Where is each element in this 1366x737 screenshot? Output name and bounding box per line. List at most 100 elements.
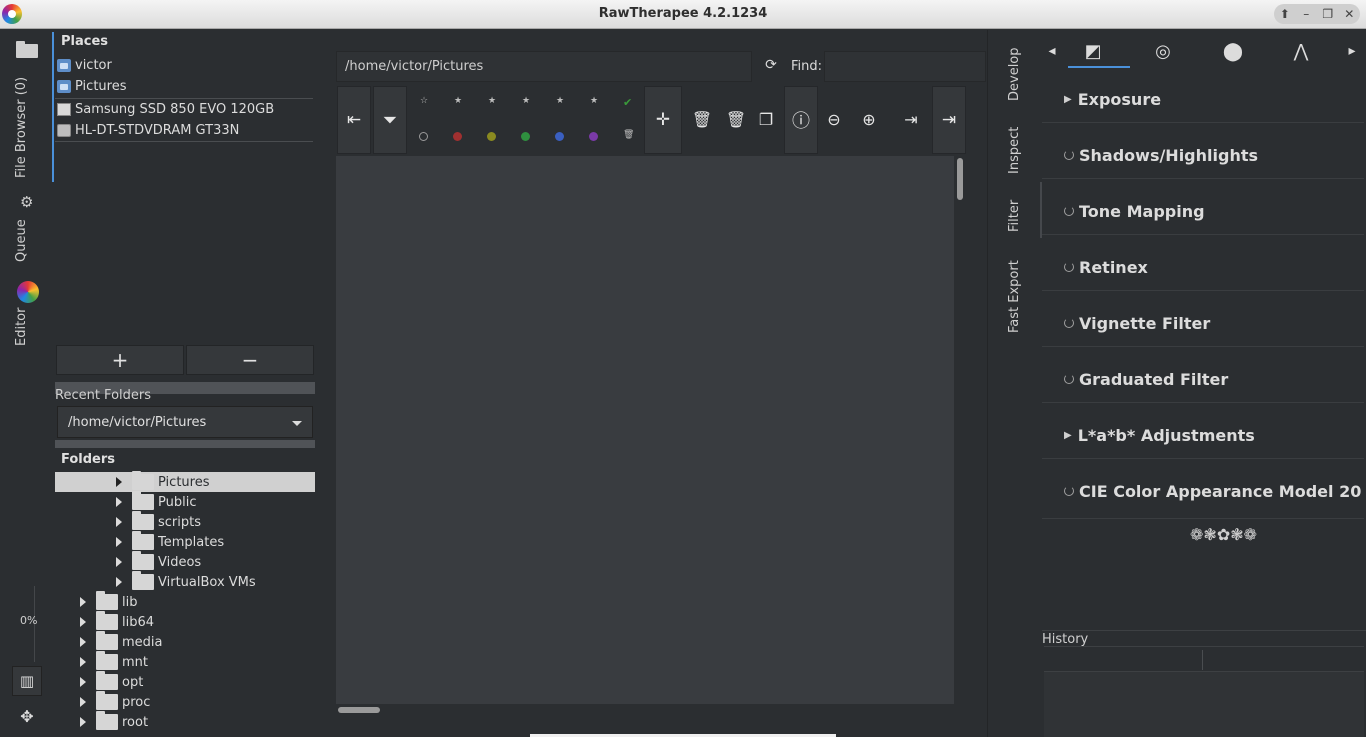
expand-arrow-icon[interactable] — [80, 697, 86, 707]
tab-queue[interactable]: Queue — [14, 219, 29, 262]
minimize-icon[interactable]: – — [1297, 5, 1315, 23]
tab-filter[interactable]: Filter — [1007, 200, 1022, 232]
panels-toggle-icon[interactable]: ✥ — [12, 702, 42, 732]
tree-row[interactable]: VirtualBox VMs — [116, 571, 256, 592]
tree-row[interactable]: root — [80, 711, 148, 732]
unrated-filter-icon[interactable]: ☆ — [420, 96, 428, 106]
exif-info-button[interactable]: ⓘ — [784, 86, 818, 154]
power-toggle-icon[interactable] — [1064, 318, 1074, 328]
expand-arrow-icon[interactable] — [116, 497, 122, 507]
tool-exposure[interactable]: ▶ Exposure — [1064, 88, 1161, 110]
history-list[interactable] — [1044, 672, 1364, 737]
path-input[interactable]: /home/victor/Pictures — [336, 51, 752, 82]
tree-row[interactable]: media — [80, 631, 163, 652]
expand-arrow-icon[interactable] — [80, 617, 86, 627]
tree-row[interactable]: mnt — [80, 651, 148, 672]
exported-filter-icon[interactable]: 🗑 — [623, 130, 634, 140]
place-item-victor[interactable]: victor — [57, 55, 112, 75]
tool-ciecam[interactable]: CIE Color Appearance Model 20 — [1064, 480, 1361, 502]
power-toggle-icon[interactable] — [1064, 374, 1074, 384]
zoom-in-icon[interactable]: ⊕ — [855, 106, 883, 134]
window-up-icon[interactable]: ⬆ — [1276, 5, 1294, 23]
expand-arrow-icon[interactable] — [80, 677, 86, 687]
tab-inspect[interactable]: Inspect — [1007, 127, 1022, 174]
blue-label-filter-icon[interactable] — [555, 132, 564, 141]
exposure-tab-icon[interactable]: ◩ — [1062, 34, 1124, 68]
yellow-label-filter-icon[interactable] — [487, 132, 496, 141]
color-tab-icon[interactable]: ⬤ — [1202, 34, 1264, 68]
editor-icon[interactable] — [17, 281, 39, 303]
expand-arrow-icon[interactable] — [116, 557, 122, 567]
filter-toggle-button[interactable]: ⏷ — [373, 86, 407, 154]
expand-arrow-icon[interactable] — [116, 537, 122, 547]
tab-fast-export[interactable]: Fast Export — [1007, 260, 1022, 333]
thumbnail-area[interactable] — [336, 156, 954, 704]
tree-row[interactable]: proc — [80, 691, 150, 712]
tree-row[interactable]: Videos — [116, 551, 201, 572]
no-label-filter-icon[interactable] — [419, 132, 428, 141]
horizontal-scrollbar[interactable] — [338, 707, 380, 713]
vertical-scrollbar[interactable] — [957, 158, 963, 200]
copy-icon[interactable]: ❐ — [752, 106, 780, 134]
filmstrip-toggle-icon[interactable]: ▥ — [12, 666, 42, 696]
tab-editor[interactable]: Editor — [14, 308, 29, 346]
expand-arrow-icon[interactable] — [80, 657, 86, 667]
star-2-filter-icon[interactable]: ★ — [488, 96, 496, 106]
tab-develop[interactable]: Develop — [1007, 47, 1022, 101]
zoom-out-icon[interactable]: ⊖ — [820, 106, 848, 134]
tools-scroll-left-icon[interactable]: ◂ — [1042, 34, 1062, 68]
trash-edited-icon[interactable]: 🗑 — [722, 106, 750, 134]
show-original-button[interactable]: ✛ — [644, 86, 682, 154]
place-item-dvd[interactable]: HL-DT-STDVDRAM GT33N — [57, 120, 239, 140]
maximize-icon[interactable]: ❐ — [1319, 5, 1337, 23]
expand-arrow-icon[interactable] — [116, 577, 122, 587]
star-3-filter-icon[interactable]: ★ — [522, 96, 530, 106]
transform-tab-icon[interactable]: ⋀ — [1270, 34, 1332, 68]
power-toggle-icon[interactable] — [1064, 262, 1074, 272]
tools-scroll-right-icon[interactable]: ▸ — [1342, 34, 1362, 68]
close-icon[interactable]: ✕ — [1340, 5, 1358, 23]
detail-tab-icon[interactable]: ◎ — [1132, 34, 1194, 68]
queue-gear-icon[interactable]: ⚙ — [20, 193, 33, 211]
file-browser-icon[interactable] — [16, 40, 38, 58]
edited-filter-icon[interactable]: ✔ — [623, 96, 632, 109]
trash-icon[interactable]: 🗑 — [688, 106, 716, 134]
tree-row[interactable]: opt — [80, 671, 143, 692]
tree-row[interactable]: lib — [80, 591, 137, 612]
remove-place-button[interactable]: − — [186, 345, 314, 375]
tool-tone-mapping[interactable]: Tone Mapping — [1064, 200, 1205, 222]
star-5-filter-icon[interactable]: ★ — [590, 96, 598, 106]
collapse-right-panel-button[interactable]: ⇥ — [932, 86, 966, 154]
green-label-filter-icon[interactable] — [521, 132, 530, 141]
tree-row[interactable]: scripts — [116, 511, 201, 532]
star-1-filter-icon[interactable]: ★ — [454, 96, 462, 106]
red-label-filter-icon[interactable] — [453, 132, 462, 141]
place-item-pictures[interactable]: Pictures — [57, 76, 126, 96]
tab-file-browser[interactable]: File Browser (0) — [14, 77, 29, 178]
tree-row-pictures[interactable]: Pictures — [55, 471, 315, 492]
expand-arrow-icon[interactable] — [80, 637, 86, 647]
find-input[interactable] — [824, 51, 986, 82]
tool-lab-adjustments[interactable]: ▶ L*a*b* Adjustments — [1064, 424, 1255, 446]
fit-icon[interactable]: ⇥ — [897, 106, 925, 134]
expand-arrow-icon[interactable] — [116, 517, 122, 527]
tree-row[interactable]: lib64 — [80, 611, 154, 632]
recent-folders-dropdown[interactable]: /home/victor/Pictures — [57, 406, 313, 438]
tree-row[interactable]: Templates — [116, 531, 224, 552]
tool-graduated-filter[interactable]: Graduated Filter — [1064, 368, 1228, 390]
expand-arrow-icon[interactable] — [116, 477, 122, 487]
tool-retinex[interactable]: Retinex — [1064, 256, 1148, 278]
purple-label-filter-icon[interactable] — [589, 132, 598, 141]
collapse-left-panel-button[interactable]: ⇤ — [337, 86, 371, 154]
tool-shadows-highlights[interactable]: Shadows/Highlights — [1064, 144, 1258, 166]
power-toggle-icon[interactable] — [1064, 486, 1074, 496]
power-toggle-icon[interactable] — [1064, 150, 1074, 160]
power-toggle-icon[interactable] — [1064, 206, 1074, 216]
add-place-button[interactable]: + — [56, 345, 184, 375]
pane-divider[interactable] — [55, 440, 315, 448]
tree-row[interactable]: Public — [116, 491, 196, 512]
expand-arrow-icon[interactable] — [80, 597, 86, 607]
place-item-ssd[interactable]: Samsung SSD 850 EVO 120GB — [57, 99, 274, 119]
tool-vignette-filter[interactable]: Vignette Filter — [1064, 312, 1210, 334]
expand-arrow-icon[interactable] — [80, 717, 86, 727]
